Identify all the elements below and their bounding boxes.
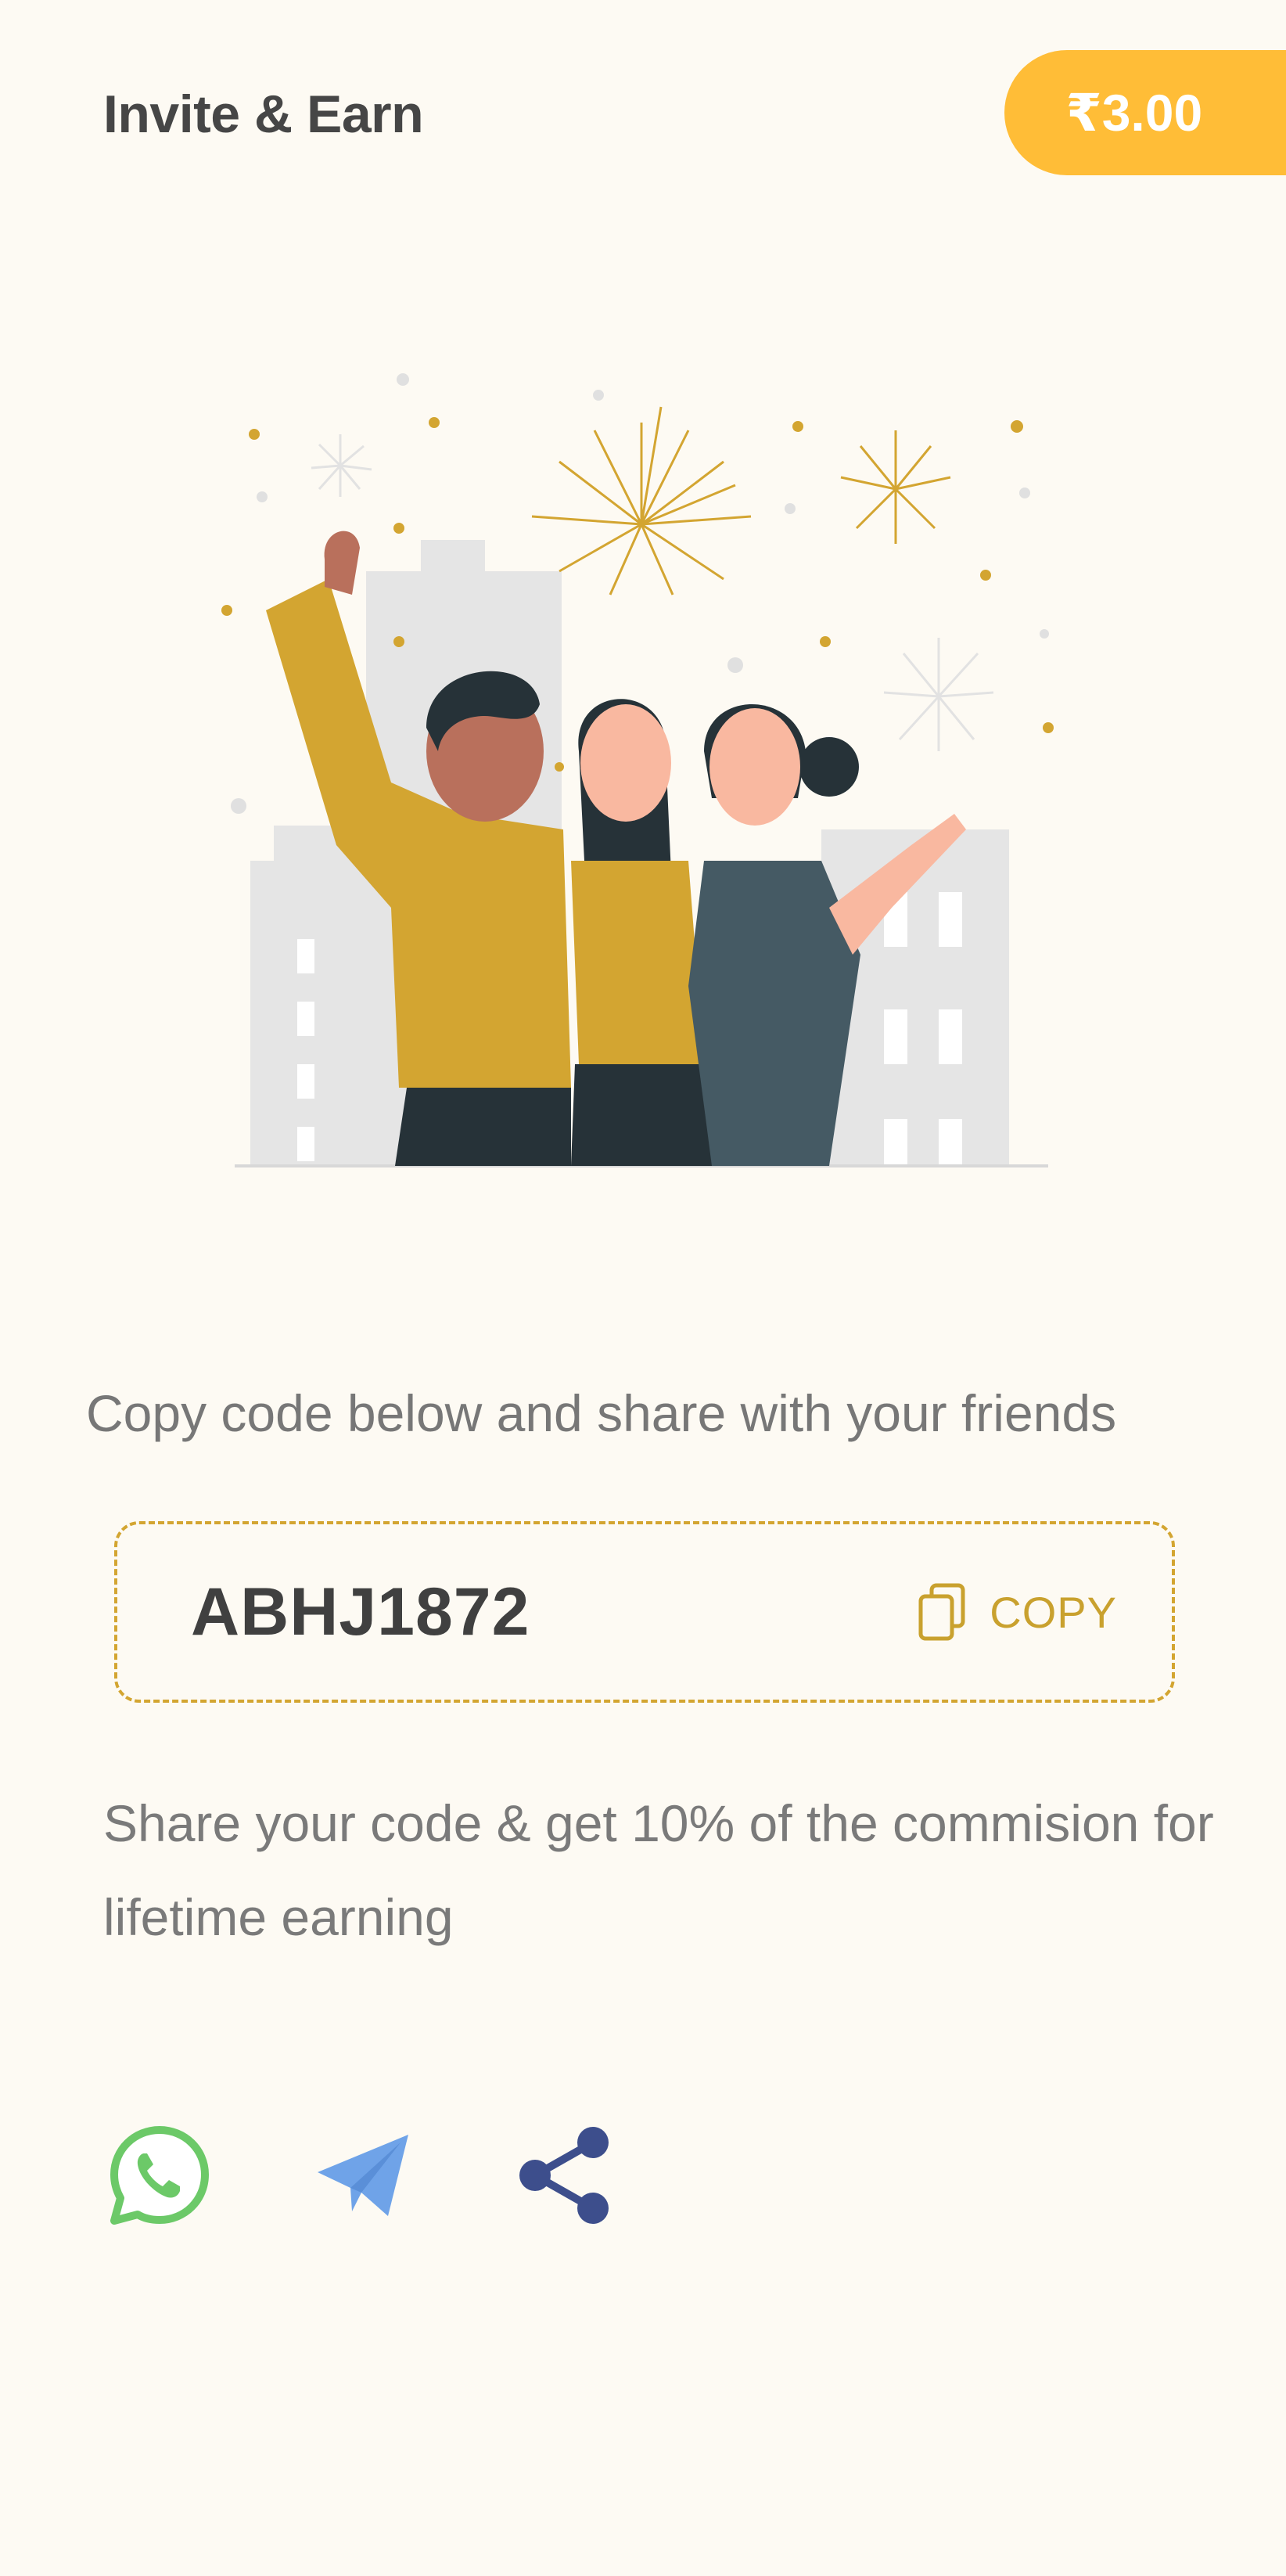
whatsapp-icon[interactable] bbox=[110, 2125, 210, 2225]
share-icon[interactable] bbox=[516, 2125, 616, 2225]
copy-label: COPY bbox=[990, 1587, 1117, 1637]
referral-code: ABHJ1872 bbox=[191, 1574, 530, 1650]
telegram-icon[interactable] bbox=[313, 2125, 413, 2225]
commission-info: Share your code & get 10% of the commisi… bbox=[103, 1794, 1214, 1946]
copy-code-button[interactable]: COPY bbox=[918, 1582, 1117, 1642]
celebration-illustration bbox=[221, 373, 1054, 1167]
copy-icon bbox=[918, 1583, 965, 1641]
referral-code-box: ABHJ1872 COPY bbox=[114, 1521, 1175, 1703]
share-options bbox=[110, 2125, 720, 2225]
page-title: Invite & Earn bbox=[103, 85, 424, 144]
wallet-balance-badge[interactable]: ₹3.00 bbox=[1004, 50, 1286, 175]
share-instruction: Copy code below and share with your frie… bbox=[86, 1384, 1117, 1442]
